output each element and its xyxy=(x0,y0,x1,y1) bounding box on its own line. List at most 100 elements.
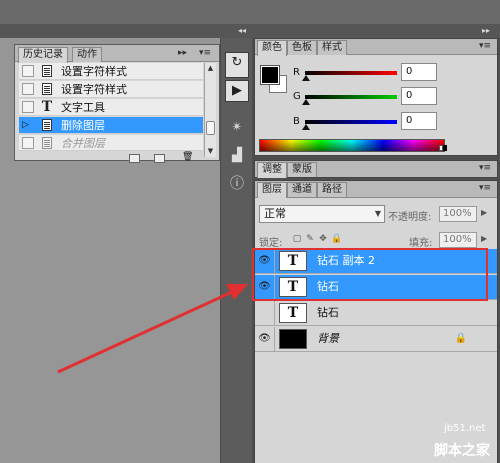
opacity-field[interactable]: 100% xyxy=(439,206,477,222)
panel-menu-icon[interactable]: ▾≡ xyxy=(479,41,491,52)
panel-menu-icon[interactable]: ▾≡ xyxy=(479,163,491,174)
layers-panel: 图层 通道 路径 ▾≡ 正常 ▼ 不透明度: 100% ▶ 锁定: ▢ ✎ ✥ … xyxy=(254,180,498,463)
lock-label: 锁定: xyxy=(259,238,283,249)
lock-icon: 🔒 xyxy=(454,333,467,344)
tab-color[interactable]: 颜色 xyxy=(257,40,287,56)
snapshot-source-checkbox[interactable] xyxy=(22,101,34,113)
panel-expand-icon[interactable]: ▸▸ xyxy=(178,48,187,59)
chevron-down-icon: ▼ xyxy=(374,209,381,218)
history-item-selected[interactable]: ▷ 删除图层 xyxy=(19,117,203,134)
tab-history[interactable]: 历史记录 xyxy=(18,47,68,63)
green-value-field[interactable]: 0 xyxy=(401,87,437,105)
black-chip[interactable] xyxy=(443,145,447,151)
navigator-compass-icon[interactable]: ✴ xyxy=(225,118,249,140)
history-footer: 🗑 xyxy=(15,153,219,163)
eye-visibility-icon[interactable]: 👁 xyxy=(255,327,275,351)
snapshot-source-checkbox[interactable] xyxy=(22,137,34,149)
history-item-dimmed[interactable]: 合并图层 xyxy=(19,135,203,151)
history-panel-tabs: 历史记录 动作 ▸▸ ▾≡ xyxy=(15,45,219,63)
tab-adjustments[interactable]: 调整 xyxy=(257,162,287,178)
history-item-label: 删除图层 xyxy=(61,119,105,132)
watermark-logo-text: 脚本之家 xyxy=(434,443,490,459)
blue-channel-label: B xyxy=(293,116,300,127)
history-item-label: 设置字符样式 xyxy=(61,65,127,78)
tab-layers[interactable]: 图层 xyxy=(257,182,287,198)
new-snapshot-icon[interactable] xyxy=(154,154,165,163)
history-item[interactable]: T 文字工具 xyxy=(19,99,203,116)
panel-menu-icon[interactable]: ▾≡ xyxy=(199,48,211,59)
foreground-color-swatch[interactable] xyxy=(260,65,280,85)
layer-name[interactable]: 背景 xyxy=(317,331,339,347)
color-spectrum-ramp[interactable] xyxy=(259,139,445,152)
lock-move-icon[interactable]: ✥ xyxy=(318,234,328,244)
color-panel-tabs: 颜色 色板 样式 ▾≡ xyxy=(255,39,497,56)
red-channel-label: R xyxy=(293,67,300,78)
red-slider[interactable] xyxy=(302,71,397,81)
layer-row-background[interactable]: 👁 背景 🔒 xyxy=(255,327,497,352)
red-value-field[interactable]: 0 xyxy=(401,63,437,81)
slider-knob-icon[interactable] xyxy=(302,124,310,130)
history-scrollbar[interactable]: ▲ ▼ xyxy=(204,63,216,157)
blue-value-field[interactable]: 0 xyxy=(401,112,437,130)
top-bar xyxy=(0,0,500,24)
fill-field[interactable]: 100% xyxy=(439,232,477,248)
collapse-dock-icon[interactable]: ◂◂ xyxy=(238,24,246,38)
layers-panel-tabs: 图层 通道 路径 ▾≡ xyxy=(255,181,497,198)
lock-transparent-icon[interactable]: ▢ xyxy=(292,234,302,244)
scroll-thumb[interactable] xyxy=(206,121,215,135)
slider-knob-icon[interactable] xyxy=(302,99,310,105)
fill-label: 填充: xyxy=(409,238,433,249)
history-item[interactable]: 设置字符样式 xyxy=(19,63,203,80)
history-item[interactable]: 设置字符样式 xyxy=(19,81,203,98)
history-item-label: 合并图层 xyxy=(61,137,105,150)
collapsed-panel-dock: ↻ ▶ ✴ ▟ ⓘ xyxy=(220,38,252,463)
info-icon[interactable]: ⓘ xyxy=(225,174,249,196)
document-icon xyxy=(41,83,53,96)
panel-menu-icon[interactable]: ▾≡ xyxy=(479,183,491,194)
green-channel-label: G xyxy=(293,91,301,102)
history-item-label: 设置字符样式 xyxy=(61,83,127,96)
fill-slider-arrow-icon[interactable]: ▶ xyxy=(481,234,487,243)
annotation-highlight-box xyxy=(252,248,488,301)
new-document-from-state-icon[interactable] xyxy=(129,154,140,163)
actions-play-icon[interactable]: ▶ xyxy=(225,80,249,102)
layer-name[interactable]: 钻石 xyxy=(317,305,339,321)
opacity-label: 不透明度: xyxy=(388,212,432,223)
expand-dock-icon[interactable]: ▸▸ xyxy=(482,24,490,38)
lock-brush-icon[interactable]: ✎ xyxy=(305,234,315,244)
snapshot-source-checkbox[interactable] xyxy=(22,83,34,95)
scroll-up-icon[interactable]: ▲ xyxy=(205,63,216,73)
background-layer-thumbnail xyxy=(279,329,307,349)
lock-all-icon[interactable]: 🔒 xyxy=(331,234,342,244)
blend-mode-value: 正常 xyxy=(264,207,286,220)
green-slider[interactable] xyxy=(302,95,397,105)
blue-slider[interactable] xyxy=(302,120,397,130)
document-icon xyxy=(41,119,53,132)
trash-icon[interactable]: 🗑 xyxy=(182,153,193,163)
history-item-label: 文字工具 xyxy=(61,101,105,114)
history-panel: 历史记录 动作 ▸▸ ▾≡ 设置字符样式 设置字符样式 T 文字工具 ▷ 删除图… xyxy=(14,44,220,163)
document-icon xyxy=(41,137,53,150)
panel-dock-header-right: ◂◂ ▸▸ xyxy=(220,24,500,38)
visibility-toggle-empty[interactable] xyxy=(255,301,275,325)
snapshot-source-checkbox[interactable] xyxy=(22,65,34,77)
tab-styles[interactable]: 样式 xyxy=(317,40,347,55)
history-state-marker-icon: ▷ xyxy=(22,120,29,130)
text-layer-thumbnail: T xyxy=(279,303,307,323)
text-tool-icon: T xyxy=(41,99,53,115)
color-panel: 颜色 色板 样式 ▾≡ R 0 G 0 B 0 xyxy=(254,38,498,156)
tab-actions[interactable]: 动作 xyxy=(72,47,102,62)
slider-knob-icon[interactable] xyxy=(302,75,310,81)
blend-mode-select[interactable]: 正常 ▼ xyxy=(259,205,385,223)
tab-masks[interactable]: 蒙版 xyxy=(287,162,317,177)
scroll-down-icon[interactable]: ▼ xyxy=(205,146,216,156)
layer-row[interactable]: T 钻石 xyxy=(255,301,497,326)
histogram-icon[interactable]: ▟ xyxy=(225,146,249,168)
tab-channels[interactable]: 通道 xyxy=(287,182,317,197)
history-panel-icon[interactable]: ↻ xyxy=(225,52,249,78)
history-list: 设置字符样式 设置字符样式 T 文字工具 ▷ 删除图层 合并图层 xyxy=(19,63,203,157)
opacity-slider-arrow-icon[interactable]: ▶ xyxy=(481,208,487,217)
panel-dock-header-left xyxy=(0,24,220,38)
tab-swatches[interactable]: 色板 xyxy=(287,40,317,55)
tab-paths[interactable]: 路径 xyxy=(317,182,347,197)
